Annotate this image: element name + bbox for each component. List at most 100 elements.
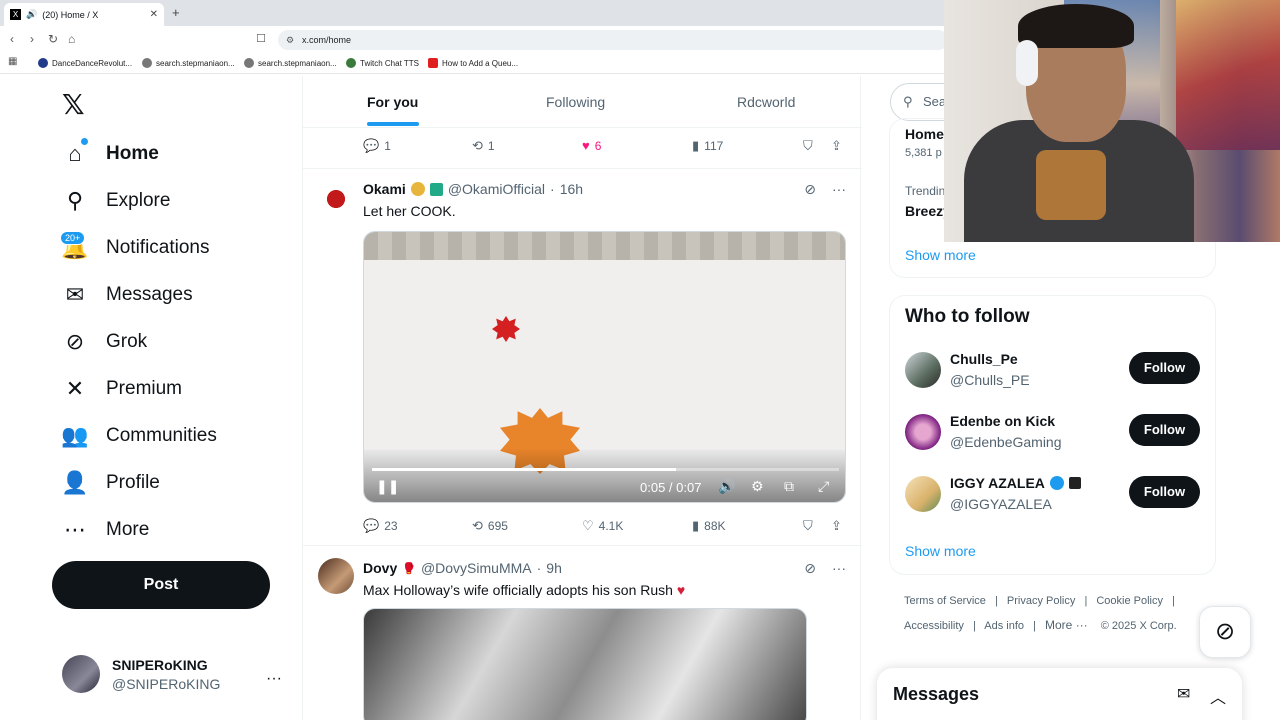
browser-tab[interactable]: X 🔊 (20) Home / X ✕	[4, 3, 164, 26]
who-to-follow-title: Who to follow	[905, 306, 1030, 327]
bookmark-item[interactable]: search.stepmaniaon...	[244, 58, 337, 68]
follow-suggestion[interactable]: IGGY AZALEA @IGGYAZALEA Follow	[905, 475, 1205, 518]
home-browser-icon[interactable]: ⌂	[68, 32, 75, 46]
more-icon[interactable]: ···	[832, 560, 846, 577]
avatar[interactable]	[905, 414, 941, 450]
site-info-icon[interactable]: ⚙	[286, 30, 294, 50]
footer-divider: |	[1084, 595, 1088, 607]
trends-show-more[interactable]: Show more	[905, 247, 976, 263]
bookmark-item[interactable]: DanceDanceRevolut...	[38, 58, 132, 68]
follow-suggestion[interactable]: Edenbe on Kick @EdenbeGaming Follow	[905, 413, 1205, 456]
share-button[interactable]: ⇪	[831, 138, 842, 154]
footer-more[interactable]: More ···	[1045, 618, 1088, 632]
video-progress-bar[interactable]	[372, 468, 839, 471]
reply-button[interactable]: 💬 23	[363, 518, 398, 534]
bookmark-icon: ⛉	[803, 518, 813, 533]
messages-dock[interactable]: Messages ✉ ︿	[877, 668, 1242, 720]
bookmark-button[interactable]: ⛉	[803, 138, 813, 154]
like-button[interactable]: ♥ 6	[582, 138, 601, 153]
post-photo[interactable]	[363, 608, 807, 720]
expand-up-icon[interactable]: ︿	[1210, 684, 1226, 708]
volume-icon[interactable]: 🔊	[718, 478, 735, 495]
nav-premium[interactable]: ✕ Premium	[62, 376, 182, 402]
repost-button[interactable]: ⟲ 695	[472, 518, 508, 534]
avatar[interactable]	[905, 352, 941, 388]
trend-title[interactable]: Home	[905, 126, 944, 142]
follow-button[interactable]: Follow	[1129, 476, 1200, 508]
footer-privacy[interactable]: Privacy Policy	[1007, 595, 1075, 607]
x-logo[interactable]: 𝕏	[62, 88, 85, 121]
views-button[interactable]: ▮ 88K	[692, 518, 726, 534]
apps-icon[interactable]: ▦	[8, 56, 17, 67]
bookmark-page-icon[interactable]: ☐	[256, 32, 266, 45]
post-handle[interactable]: @OkamiOfficial	[448, 181, 545, 197]
post-author[interactable]: Okami	[363, 181, 406, 197]
url-text: x.com/home	[302, 35, 352, 45]
follow-button[interactable]: Follow	[1129, 352, 1200, 384]
who-to-follow-show-more[interactable]: Show more	[905, 543, 976, 559]
avatar[interactable]	[318, 181, 354, 217]
reload-icon[interactable]: ↻	[48, 32, 58, 46]
account-switcher[interactable]: SNIPERoKING @SNIPERoKING	[62, 655, 220, 693]
views-button[interactable]: ▮ 117	[692, 138, 723, 154]
new-tab-icon[interactable]: +	[172, 5, 180, 20]
grok-icon: ⊘	[1214, 618, 1236, 645]
post-time[interactable]: 16h	[560, 181, 583, 197]
bookmark-item[interactable]: Twitch Chat TTS	[346, 58, 419, 68]
nav-more[interactable]: ⋯ More	[62, 517, 149, 543]
more-circle-icon: ⋯	[64, 517, 86, 542]
follow-suggestion[interactable]: Chulls_Pe @Chulls_PE Follow	[905, 351, 1205, 394]
avatar[interactable]	[905, 476, 941, 512]
post-top-actions: ⊘ ···	[804, 560, 846, 577]
follow-button[interactable]: Follow	[1129, 414, 1200, 446]
grok-icon[interactable]: ⊘	[804, 560, 816, 577]
footer-divider: |	[1172, 595, 1175, 607]
grok-icon[interactable]: ⊘	[804, 181, 816, 198]
pause-icon[interactable]: ❚❚	[376, 478, 399, 495]
post-author[interactable]: Dovy	[363, 560, 397, 576]
post-time[interactable]: 9h	[546, 560, 562, 576]
video-player[interactable]: ❚❚ 0:05 / 0:07 🔊 ⚙ ⧉ ⤢	[363, 231, 846, 503]
close-tab-icon[interactable]: ✕	[150, 9, 158, 20]
post-dovy[interactable]: Dovy 🥊 @DovySimuMMA · 9h ⊘ ··· Max Hollo…	[303, 545, 862, 720]
nav-home[interactable]: ⌂ Home	[62, 141, 158, 167]
footer-ads[interactable]: Ads info	[984, 620, 1024, 632]
nav-profile[interactable]: 👤 Profile	[61, 470, 160, 496]
footer-links-row2: Accessibility | Ads info | More ··· © 20…	[904, 618, 1177, 632]
tab-rdcworld[interactable]: Rdcworld	[737, 94, 795, 110]
share-button[interactable]: ⇪	[831, 518, 842, 534]
grok-float-button[interactable]: ⊘	[1199, 606, 1251, 658]
more-icon[interactable]: ···	[832, 181, 846, 198]
repost-button[interactable]: ⟲ 1	[472, 138, 495, 154]
tab-for-you[interactable]: For you	[367, 94, 418, 110]
nav-grok[interactable]: ⊘ Grok	[62, 329, 147, 355]
nav-communities[interactable]: 👥 Communities	[61, 423, 217, 449]
nav-explore[interactable]: ⚲ Explore	[62, 188, 170, 214]
nav-label: Messages	[106, 284, 193, 305]
fullscreen-icon[interactable]: ⤢	[818, 478, 829, 495]
post-handle[interactable]: @DovySimuMMA	[421, 560, 532, 576]
nav-messages[interactable]: ✉ Messages	[62, 282, 193, 308]
footer-cookie[interactable]: Cookie Policy	[1096, 595, 1163, 607]
back-icon[interactable]: ‹	[10, 32, 14, 46]
footer-links-row1: Terms of Service | Privacy Policy | Cook…	[904, 595, 1181, 607]
picture-in-picture-icon[interactable]: ⧉	[784, 478, 794, 495]
avatar[interactable]	[318, 558, 354, 594]
footer-terms[interactable]: Terms of Service	[904, 595, 986, 607]
reply-button[interactable]: 💬 1	[363, 138, 391, 154]
post-okami[interactable]: Okami @OkamiOfficial · 16h ⊘ ··· Let her…	[303, 168, 862, 544]
nav-label: Explore	[106, 190, 171, 211]
forward-icon[interactable]: ›	[30, 32, 34, 46]
footer-accessibility[interactable]: Accessibility	[904, 620, 964, 632]
account-more-icon[interactable]: ···	[266, 670, 282, 688]
like-button[interactable]: ♡ 4.1K	[582, 518, 623, 534]
tab-following[interactable]: Following	[546, 94, 605, 110]
bookmark-item[interactable]: How to Add a Queu...	[428, 58, 518, 68]
address-bar[interactable]: ⚙ x.com/home	[278, 30, 948, 50]
new-message-icon[interactable]: ✉	[1177, 684, 1190, 704]
post-button[interactable]: Post	[52, 561, 270, 609]
post-header: Dovy 🥊 @DovySimuMMA · 9h	[363, 560, 562, 576]
bookmark-item[interactable]: search.stepmaniaon...	[142, 58, 235, 68]
bookmark-button[interactable]: ⛉	[803, 518, 813, 534]
settings-icon[interactable]: ⚙	[751, 478, 764, 495]
